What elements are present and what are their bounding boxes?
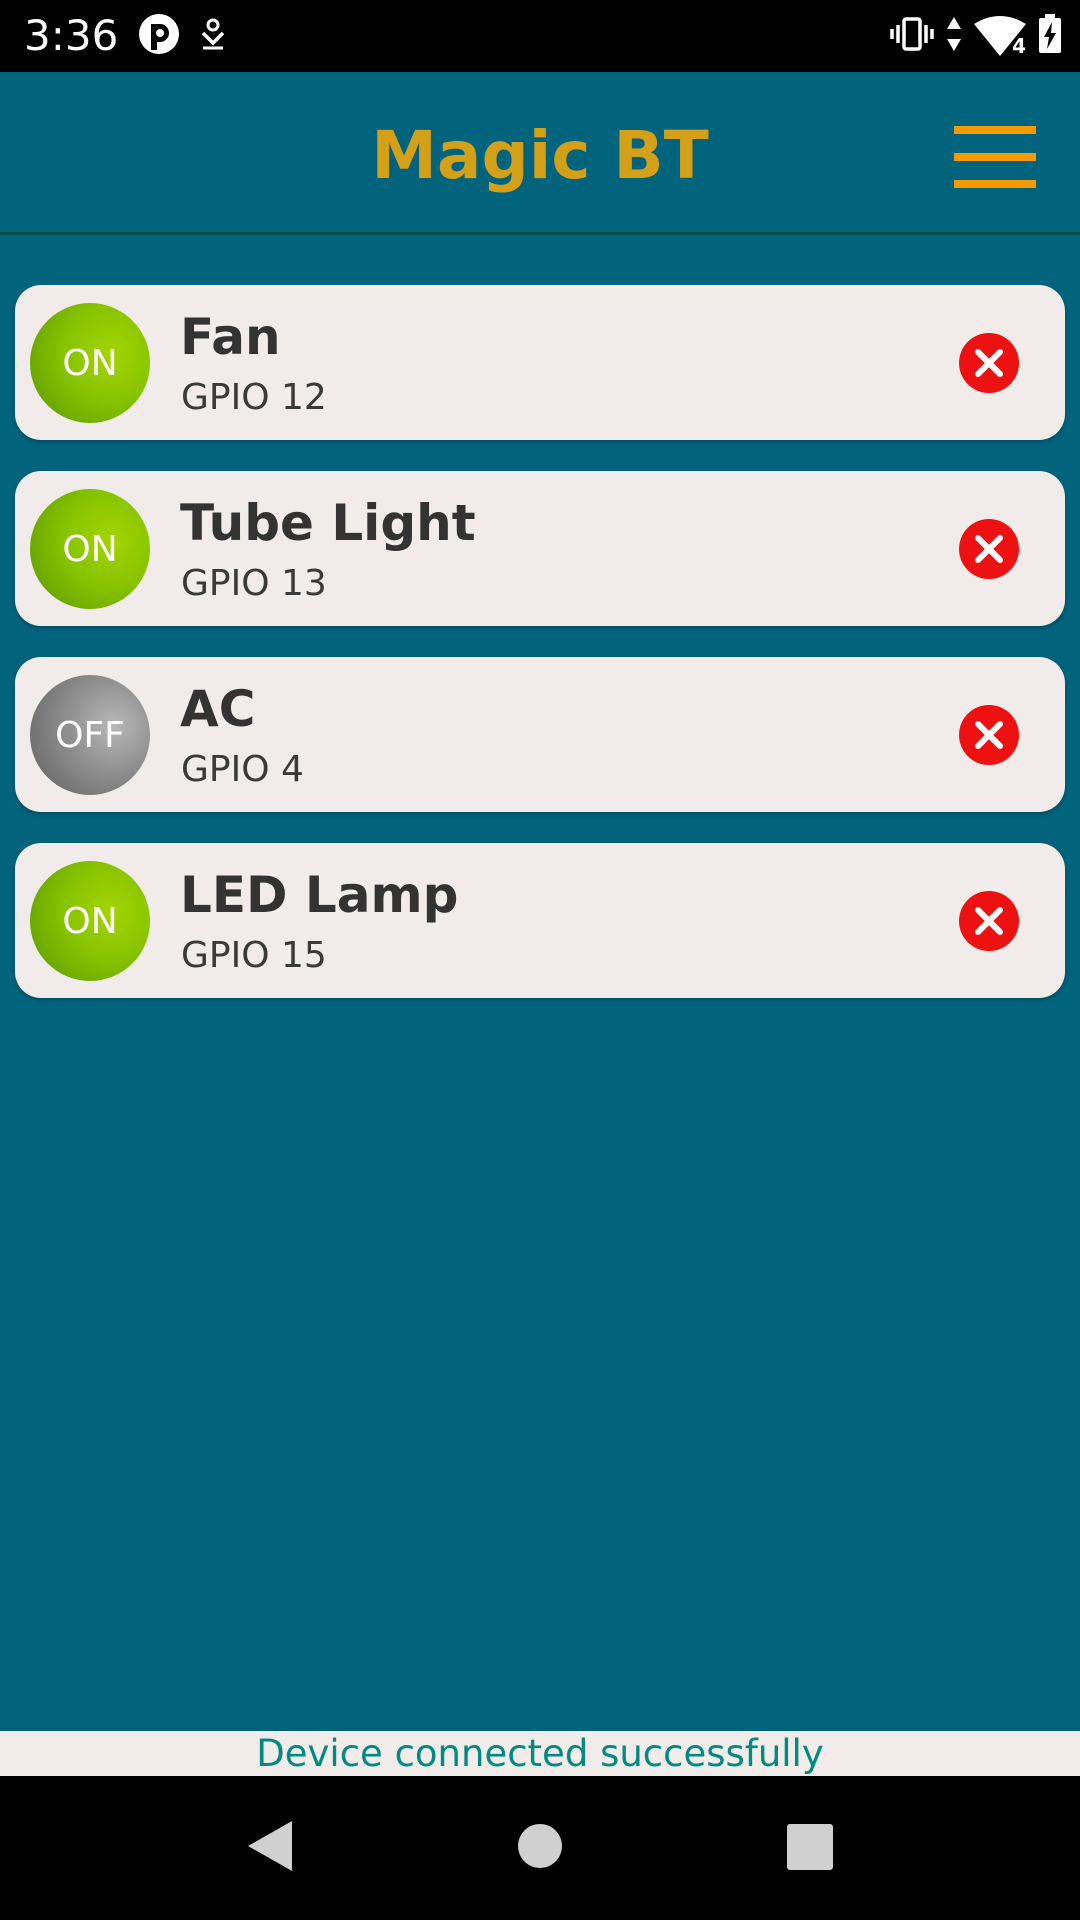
device-name: Fan [180, 308, 281, 366]
delete-button[interactable] [959, 519, 1019, 579]
device-gpio: GPIO 13 [181, 563, 327, 604]
status-time: 3:36 [24, 11, 119, 60]
delete-button[interactable] [959, 891, 1019, 951]
close-icon [959, 721, 1019, 769]
back-icon [242, 1821, 302, 1880]
hamburger-menu-icon [952, 126, 1038, 194]
battery-charging-icon [1038, 14, 1062, 58]
device-name: Tube Light [180, 494, 476, 552]
app-title: Magic BT [371, 117, 709, 194]
status-left-icons [138, 14, 226, 58]
download-icon [200, 17, 226, 55]
toggle-button[interactable]: ON [30, 861, 150, 981]
recents-button[interactable] [779, 1816, 839, 1876]
delete-button[interactable] [959, 705, 1019, 765]
home-button[interactable] [510, 1816, 570, 1876]
device-name: AC [180, 680, 256, 738]
data-arrows-icon [946, 16, 962, 56]
delete-button[interactable] [959, 333, 1019, 393]
status-bar: 3:36 4 [0, 0, 1080, 72]
device-name: LED Lamp [180, 866, 459, 924]
close-icon [959, 349, 1019, 397]
toggle-button[interactable]: ON [30, 303, 150, 423]
toggle-button[interactable]: OFF [30, 675, 150, 795]
close-icon [959, 535, 1019, 583]
app-bar: Magic BT [0, 72, 1080, 235]
device-gpio: GPIO 15 [181, 935, 327, 976]
back-button[interactable] [242, 1816, 302, 1876]
navigation-bar [0, 1776, 1080, 1920]
menu-button[interactable] [952, 124, 1038, 190]
vibrate-icon [890, 17, 934, 55]
close-icon [959, 907, 1019, 955]
app-notification-icon [138, 13, 180, 59]
device-gpio: GPIO 12 [181, 377, 327, 418]
device-card: OFF AC GPIO 4 [15, 657, 1065, 812]
signal-badge: 4 [1012, 34, 1026, 58]
connection-status-message: Device connected successfully [0, 1731, 1080, 1776]
device-card: ON Tube Light GPIO 13 [15, 471, 1065, 626]
recents-icon [779, 1824, 839, 1880]
status-right-icons: 4 [890, 14, 1062, 58]
device-card: ON Fan GPIO 12 [15, 285, 1065, 440]
device-card: ON LED Lamp GPIO 15 [15, 843, 1065, 998]
device-gpio: GPIO 4 [181, 749, 304, 790]
home-icon [510, 1824, 570, 1880]
toggle-button[interactable]: ON [30, 489, 150, 609]
device-list: ON Fan GPIO 12 ON Tube Light GPIO 13 OFF… [15, 285, 1065, 1029]
wifi-signal-icon: 4 [974, 16, 1026, 58]
